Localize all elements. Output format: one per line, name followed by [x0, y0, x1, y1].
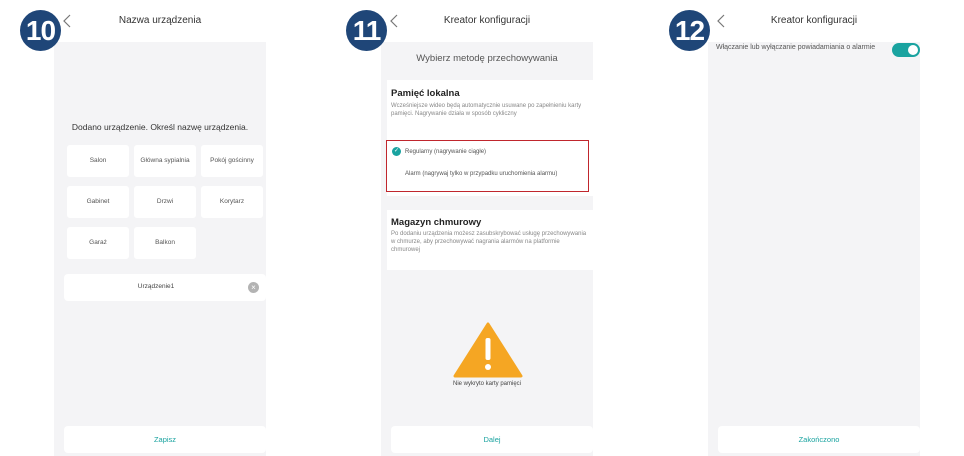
top-bar: Kreator konfiguracji: [708, 0, 920, 42]
alarm-notification-label: Włączanie lub wyłączanie powiadamiania o…: [716, 44, 876, 51]
step-badge-11: 11: [346, 10, 387, 51]
top-bar: Nazwa urządzenia: [54, 0, 266, 42]
screen-device-name: Nazwa urządzenia Dodano urządzenie. Okre…: [54, 0, 266, 456]
room-option-door[interactable]: Drzwi: [134, 186, 196, 218]
cloud-storage-description: Po dodaniu urządzenia możesz zasubskrybo…: [391, 231, 587, 253]
room-option-garage[interactable]: Garaż: [67, 227, 129, 259]
no-memory-card-message: Nie wykryto karty pamięci: [452, 381, 521, 387]
finish-button[interactable]: Zakończono: [718, 426, 920, 453]
page-title: Nazwa urządzenia: [118, 15, 202, 26]
page-title: Kreator konfiguracji: [770, 15, 858, 26]
room-option-hallway[interactable]: Korytarz: [201, 186, 263, 218]
cloud-storage-title: Magazyn chmurowy: [391, 217, 482, 228]
local-storage-description: Wcześniejsze wideo będą automatycznie us…: [391, 103, 582, 117]
storage-subtitle: Wybierz metodę przechowywania: [416, 53, 558, 64]
local-storage-title: Pamięć lokalna: [391, 88, 460, 99]
device-name-field[interactable]: Urządzenie1 ×: [64, 274, 266, 301]
top-bar: Kreator konfiguracji: [381, 0, 593, 42]
cloud-storage-card[interactable]: Magazyn chmurowy Po dodaniu urządzenia m…: [387, 210, 593, 270]
step-badge-10: 10: [20, 10, 61, 51]
step-badge-12: 12: [669, 10, 710, 51]
room-option-guest-room[interactable]: Pokój gościnny: [201, 145, 263, 177]
check-icon[interactable]: ✓: [392, 147, 401, 156]
content-area: [708, 42, 920, 456]
clear-icon[interactable]: ×: [248, 282, 259, 293]
next-button[interactable]: Dalej: [391, 426, 593, 453]
option-regular-recording[interactable]: Regularny (nagrywanie ciągłe): [405, 148, 486, 156]
page-title: Kreator konfiguracji: [443, 15, 531, 26]
toggle-knob: [908, 45, 918, 55]
room-option-main-bedroom[interactable]: Główna sypialnia: [134, 145, 196, 177]
room-option-balcony[interactable]: Balkon: [134, 227, 196, 259]
save-button[interactable]: Zapisz: [64, 426, 266, 453]
warning-icon: [453, 322, 523, 378]
name-prompt: Dodano urządzenie. Określ nazwę urządzen…: [71, 122, 249, 132]
room-option-office[interactable]: Gabinet: [67, 186, 129, 218]
option-alarm-recording[interactable]: Alarm (nagrywaj tylko w przypadku urucho…: [405, 170, 580, 178]
screen-storage-method: Kreator konfiguracji Wybierz metodę prze…: [381, 0, 593, 456]
screen-alarm-notifications: Kreator konfiguracji Włączanie lub wyłąc…: [708, 0, 920, 456]
room-option-salon[interactable]: Salon: [67, 145, 129, 177]
device-name-value: Urządzenie1: [137, 283, 175, 290]
alarm-notification-toggle[interactable]: [892, 43, 920, 57]
